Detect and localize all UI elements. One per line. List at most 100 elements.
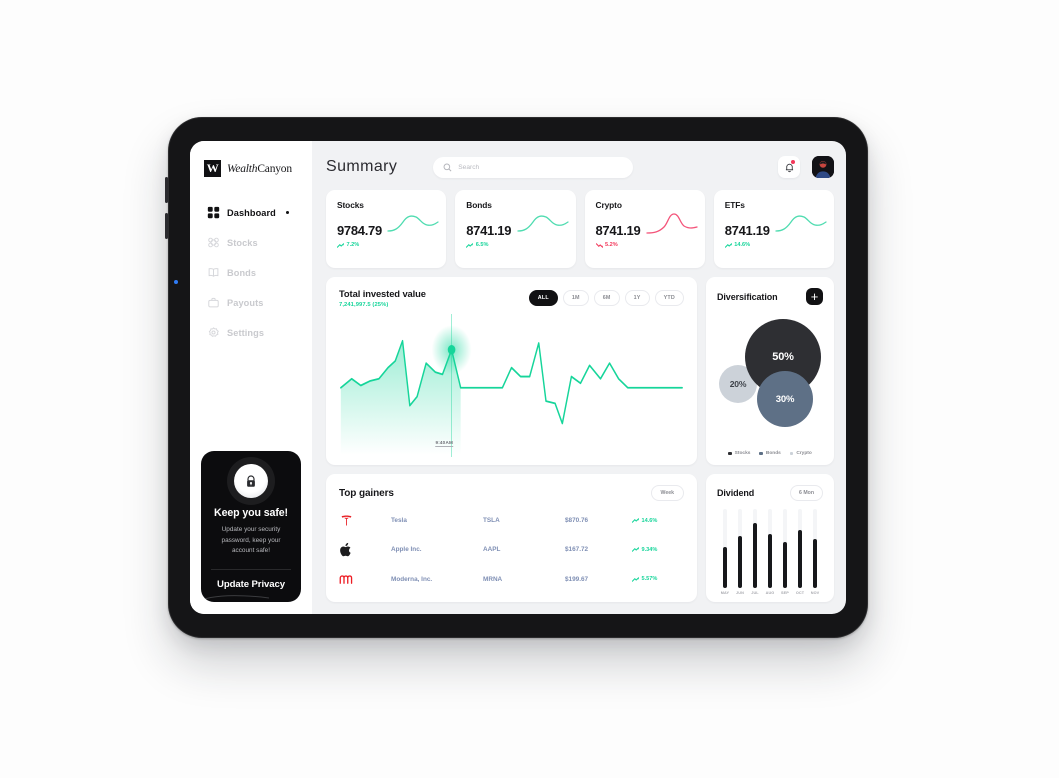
search-bar[interactable] [433, 156, 634, 178]
legend-label: Bonds [765, 451, 781, 456]
marker-point [447, 345, 456, 355]
stat-card-delta: 6.5% [466, 242, 564, 248]
chart-heading-group: Total invested value 7,241,997.5 (25%) [339, 288, 426, 308]
table-row[interactable]: Tesla TSLA $870.76 14.6% [339, 508, 684, 534]
dividend-bar-track [768, 509, 772, 588]
dividend-header: Dividend 6 Mon [717, 485, 823, 501]
legend-label: Stocks [734, 451, 751, 456]
crypto-sparkline [646, 213, 698, 234]
add-diversification-button[interactable]: + [806, 288, 823, 305]
change-percent: 5.57% [632, 576, 684, 582]
briefcase-icon [208, 297, 219, 308]
total-invested-value-card: Total invested value 7,241,997.5 (25%) A… [326, 277, 697, 465]
sidebar-item-dashboard[interactable]: Dashboard [201, 199, 301, 226]
brand-name-bold: Wealth [227, 162, 258, 175]
change-percent: 14.6% [632, 518, 684, 524]
range-chip-1m[interactable]: 1M [562, 290, 589, 306]
moderna-logo [339, 575, 353, 584]
bubble-bonds[interactable]: 30% [757, 371, 813, 427]
dividend-bar-column[interactable]: JUN [734, 509, 746, 595]
ticker-symbol: AAPL [483, 546, 501, 554]
line-chart-area[interactable]: 9:40AM [339, 314, 684, 457]
dividend-bar-column[interactable]: MAY [719, 509, 731, 595]
brand-logo[interactable]: W WealthCanyon [204, 160, 301, 177]
dividend-bar-label: NOV [810, 591, 820, 595]
brand-mark-icon: W [204, 160, 221, 177]
diversification-legend: Stocks Bonds Crypto [717, 447, 823, 456]
stat-card-bonds[interactable]: Bonds 8741.19 6.5% [455, 190, 576, 268]
search-input[interactable] [458, 163, 624, 171]
sidebar-item-label: Payouts [227, 297, 264, 308]
volume-down-button[interactable] [165, 213, 168, 239]
sidebar-nav: Dashboard Stocks Bonds Payouts Settings [201, 199, 301, 346]
range-chip-1y[interactable]: 1Y [624, 290, 650, 306]
sidebar: W WealthCanyon Dashboard Stocks Bonds Pa… [190, 141, 312, 614]
top-gainers-header: Top gainers Week [339, 485, 684, 501]
dividend-bar-column[interactable]: NOV [809, 509, 821, 595]
diversification-title: Diversification [717, 291, 778, 302]
dividend-bar-column[interactable]: SEP [779, 509, 791, 595]
middle-row: Total invested value 7,241,997.5 (25%) A… [326, 277, 834, 465]
decorative-arcs [201, 594, 269, 601]
stat-card-label: Crypto [595, 200, 622, 210]
marker-time-label: 9:40AM [435, 440, 453, 447]
dividend-bar-track [798, 509, 802, 588]
dividend-bar-column[interactable]: OCT [794, 509, 806, 595]
top-gainers-range-chip[interactable]: Week [650, 485, 684, 501]
bottom-row: Top gainers Week Tesla TSLA $870.76 14.6… [326, 474, 834, 602]
avatar-image [812, 156, 834, 178]
screenshot-stage: W WealthCanyon Dashboard Stocks Bonds Pa… [0, 0, 1059, 778]
trend-up-icon [337, 242, 344, 248]
table-row[interactable]: Moderna, Inc. MRNA $199.67 5.57% [339, 566, 684, 592]
range-chip-ytd[interactable]: YTD [654, 290, 684, 306]
dividend-bar-label: JUN [736, 591, 744, 595]
dividend-bar-label: OCT [795, 591, 805, 595]
dividend-range-chip[interactable]: 6 Mon [790, 485, 823, 501]
stat-card-delta: 7.2% [337, 242, 435, 248]
stat-card-crypto[interactable]: Crypto 8741.19 5.2% [584, 190, 705, 268]
stat-card-stocks[interactable]: Stocks 9784.79 7.2% [326, 190, 447, 268]
table-row[interactable]: Apple Inc. AAPL $167.72 9.34% [339, 537, 684, 563]
range-chip-all[interactable]: ALL [528, 290, 558, 306]
legend-swatch [789, 451, 794, 456]
price-value: $870.76 [565, 517, 589, 525]
sidebar-item-bonds[interactable]: Bonds [201, 259, 301, 286]
apple-logo [340, 542, 351, 557]
change-percent-text: 14.6% [641, 517, 658, 524]
volume-up-button[interactable] [165, 177, 168, 203]
range-chip-6m[interactable]: 6M [593, 290, 620, 306]
sidebar-item-settings[interactable]: Settings [201, 319, 301, 346]
tablet-device-frame: W WealthCanyon Dashboard Stocks Bonds Pa… [165, 117, 868, 638]
status-led [174, 280, 178, 284]
stat-card-etfs[interactable]: ETFs 8741.19 14.6% [713, 190, 834, 268]
range-filter-group: ALL 1M 6M 1Y YTD [528, 288, 684, 306]
sidebar-item-stocks[interactable]: Stocks [201, 229, 301, 256]
gear-icon [208, 327, 219, 337]
dividend-bar-column[interactable]: JUL [749, 509, 761, 595]
sidebar-item-label: Bonds [227, 267, 257, 278]
ticker-symbol: TSLA [483, 517, 500, 525]
legend-swatch [728, 451, 732, 456]
company-name: Moderna, Inc. [391, 575, 433, 583]
dividend-bar-fill [738, 535, 742, 588]
sidebar-item-label: Settings [227, 327, 265, 338]
stat-card-delta: 5.2% [595, 242, 694, 248]
stat-card-delta-text: 5.2% [605, 242, 618, 248]
top-gainers-table: Tesla TSLA $870.76 14.6% Apple Inc. AAPL… [339, 506, 684, 594]
main-content: Summary Search Stocks 9784.79 7.2% Bonds… [312, 141, 846, 614]
change-percent-text: 9.34% [641, 546, 658, 553]
dividend-bar-column[interactable]: AUG [764, 509, 776, 595]
chart-title: Total invested value [339, 288, 426, 299]
diversification-card: Diversification + 20% 50% 30% Stocks Bon… [706, 277, 834, 465]
dividend-bar-fill [798, 529, 802, 588]
avatar[interactable] [812, 156, 834, 178]
price-value: $167.72 [565, 546, 589, 554]
stocks-sparkline [387, 215, 439, 232]
legend-label: Crypto [796, 451, 812, 456]
dividend-bar-label: AUG [765, 591, 775, 595]
notifications-button[interactable] [778, 156, 800, 178]
sidebar-item-payouts[interactable]: Payouts [201, 289, 301, 316]
promo-title: Keep you safe! [214, 507, 288, 520]
dividend-bar-track [738, 509, 742, 588]
dividend-bar-track [723, 509, 727, 588]
